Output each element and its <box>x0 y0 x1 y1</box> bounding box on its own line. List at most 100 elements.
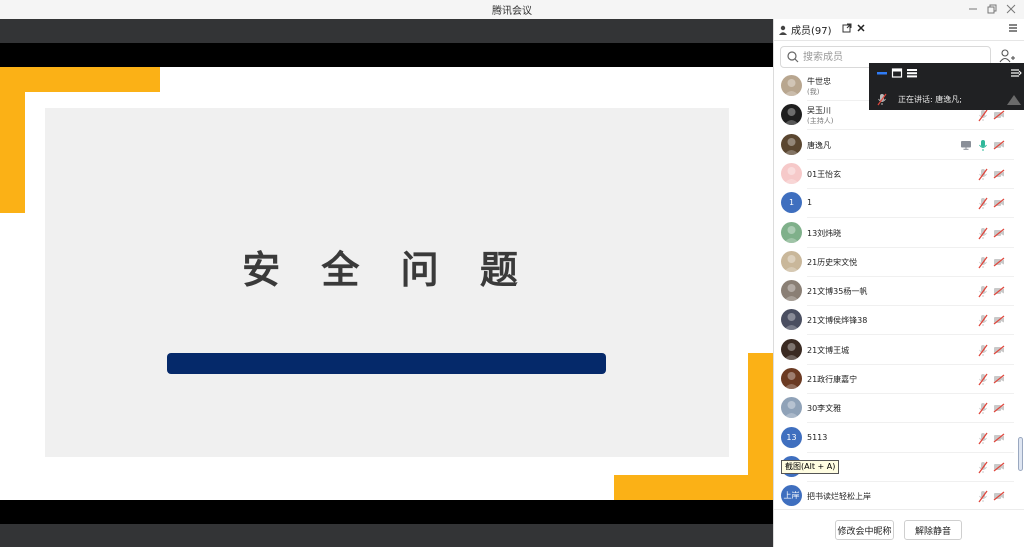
member-name: 5113 <box>807 432 828 442</box>
presentation-slide: 安 全 问 题 <box>0 67 773 500</box>
slide-title: 安 全 问 题 <box>242 248 532 292</box>
member-avatar <box>781 221 802 243</box>
mic-muted-icon[interactable] <box>978 432 988 445</box>
tencent-meeting-window: 腾讯会议 安 全 问 题 成员(97) 搜索成员 牛世忠 (我) 吴玉川 (主持… <box>0 0 1024 547</box>
member-row[interactable]: 21文博侯烨锋38 <box>774 306 1014 336</box>
member-name: 21历史宋文悦 <box>807 257 858 267</box>
mic-muted-icon[interactable] <box>978 490 988 503</box>
mic-on-icon[interactable] <box>978 139 988 152</box>
member-avatar <box>781 250 802 272</box>
camera-off-icon[interactable] <box>993 198 1005 208</box>
members-tab[interactable]: 成员(97) <box>778 22 832 37</box>
camera-off-icon[interactable] <box>993 315 1005 325</box>
mic-muted-icon[interactable] <box>978 314 988 327</box>
window-title: 腾讯会议 <box>492 6 532 17</box>
camera-off-icon[interactable] <box>993 345 1005 355</box>
mic-muted-icon[interactable] <box>978 256 988 269</box>
rename-in-meeting-button[interactable]: 修改会中昵称 <box>835 520 894 540</box>
members-tab-label: 成员(97) <box>791 26 832 37</box>
member-avatar <box>781 309 802 331</box>
member-list[interactable]: 牛世忠 (我) 吴玉川 (主持人) 唐逸凡 01王怡玄 1 1 13刘炜晓 21历史宋文悦 21文博… <box>774 72 1024 509</box>
share-bottom-bar <box>0 524 773 547</box>
member-row[interactable]: 唐逸凡 <box>774 131 1014 160</box>
member-row[interactable]: 上岸 把书读烂轻松上岸 <box>774 482 1014 509</box>
close-icon[interactable] <box>1004 2 1018 16</box>
restore-icon[interactable] <box>985 2 999 16</box>
member-avatar <box>781 75 802 96</box>
member-row[interactable]: 01王怡玄 <box>774 160 1014 189</box>
member-name: 牛世忠 <box>807 77 831 86</box>
search-icon <box>787 51 799 63</box>
camera-off-icon[interactable] <box>993 228 1005 238</box>
camera-off-icon[interactable] <box>993 462 1005 472</box>
mic-muted-icon[interactable] <box>978 402 988 415</box>
member-name: 30李文雅 <box>807 404 842 414</box>
member-avatar <box>781 368 802 389</box>
mic-muted-icon[interactable] <box>978 227 988 240</box>
member-avatar <box>781 280 802 302</box>
member-avatar: 13 <box>781 426 802 448</box>
camera-off-icon[interactable] <box>993 403 1005 413</box>
camera-off-icon[interactable] <box>993 140 1005 150</box>
member-row[interactable]: 13 5113 <box>774 424 1014 453</box>
member-row[interactable]: 21历史宋文悦 <box>774 248 1014 277</box>
camera-off-icon[interactable] <box>993 433 1005 443</box>
member-name: 13刘炜晓 <box>807 228 842 238</box>
member-row[interactable]: 11 <box>774 189 1014 219</box>
shared-screen[interactable]: 安 全 问 题 <box>0 19 773 547</box>
title-bar: 腾讯会议 <box>0 0 1024 19</box>
member-name: 21文博35杨一帆 <box>807 287 868 297</box>
slide-deco-left <box>0 67 25 213</box>
camera-off-icon[interactable] <box>993 491 1005 501</box>
letterbox-bottom <box>0 500 773 524</box>
members-icon <box>779 25 787 35</box>
camera-off-icon[interactable] <box>993 374 1005 384</box>
member-avatar <box>781 162 802 184</box>
member-avatar <box>781 133 802 155</box>
collapse-bar-icon[interactable] <box>1010 68 1022 78</box>
camera-off-icon[interactable] <box>993 286 1005 296</box>
member-list-scrollbar[interactable] <box>1018 437 1023 471</box>
slide-accent-bar <box>167 353 606 374</box>
member-row[interactable]: 21政行康嘉宁 <box>774 365 1014 394</box>
camera-off-icon[interactable] <box>993 169 1005 179</box>
speaking-indicator: 正在讲话: 唐逸凡; <box>898 95 962 104</box>
screen-share-icon <box>961 140 971 150</box>
minimize-bar-icon[interactable] <box>876 68 888 78</box>
mic-muted-icon[interactable] <box>978 285 988 298</box>
camera-off-icon[interactable] <box>993 110 1005 120</box>
mic-muted-icon[interactable] <box>978 373 988 386</box>
member-row[interactable]: 30李文雅 <box>774 394 1014 424</box>
members-footer: 修改会中昵称 解除静音 <box>774 509 1024 547</box>
member-row[interactable]: 13刘炜晓 <box>774 219 1014 248</box>
window-mode-icon[interactable] <box>891 68 903 78</box>
member-row[interactable]: 21文博王城 <box>774 336 1014 365</box>
member-name: 01王怡玄 <box>807 169 842 179</box>
member-row[interactable]: 21文博35杨一帆 <box>774 277 1014 307</box>
list-mode-icon[interactable] <box>906 68 918 78</box>
share-top-bar <box>0 19 773 43</box>
member-name: 唐逸凡 <box>807 140 831 150</box>
members-header: 成员(97) <box>774 19 1024 41</box>
minimize-icon[interactable] <box>966 2 980 16</box>
mic-muted-icon[interactable] <box>978 344 988 357</box>
member-name: 21文博王城 <box>807 345 850 355</box>
member-avatar <box>781 104 802 126</box>
member-role: (我) <box>807 88 820 96</box>
menu-icon[interactable] <box>1006 22 1020 36</box>
mic-muted-icon[interactable] <box>978 197 988 210</box>
unmute-button[interactable]: 解除静音 <box>904 520 962 540</box>
floating-toolbar: 正在讲话: 唐逸凡; <box>869 63 1024 110</box>
member-avatar <box>781 397 802 419</box>
camera-off-icon[interactable] <box>993 257 1005 267</box>
pop-out-icon[interactable] <box>840 22 854 36</box>
mic-muted-icon[interactable] <box>978 109 988 122</box>
mic-muted-icon[interactable] <box>978 461 988 474</box>
member-avatar <box>781 338 802 360</box>
screenshot-tooltip: 截图(Alt + A) <box>781 460 840 474</box>
close-panel-icon[interactable] <box>854 22 868 36</box>
mic-muted-icon[interactable] <box>978 168 988 181</box>
member-name: 21政行康嘉宁 <box>807 375 858 384</box>
member-name: 21文博侯烨锋38 <box>807 316 868 326</box>
bar-mic-icon <box>1007 95 1021 105</box>
